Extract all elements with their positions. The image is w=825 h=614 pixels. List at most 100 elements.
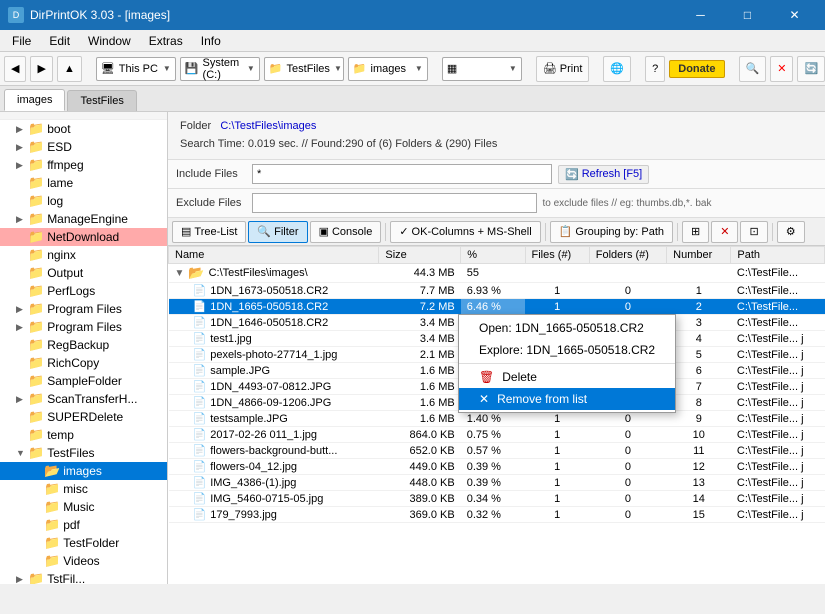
- tree-item-pdf[interactable]: 📁 pdf: [0, 516, 167, 534]
- tree-item-scantransfer[interactable]: ▶ 📁 ScanTransferH...: [0, 390, 167, 408]
- row-name: flowers-background-butt...: [210, 445, 337, 457]
- col-pct[interactable]: %: [461, 247, 525, 264]
- filter-button[interactable]: 🔍 Filter: [248, 221, 307, 243]
- menu-extras[interactable]: Extras: [141, 32, 191, 50]
- search-button[interactable]: 🔍: [739, 56, 767, 82]
- table-row[interactable]: 📄flowers-04_12.jpg449.0 KB0.39 %1012C:\T…: [169, 459, 825, 475]
- files-cell: [525, 264, 589, 283]
- menu-file[interactable]: File: [4, 32, 39, 50]
- grouping-button[interactable]: 📋 Grouping by: Path: [550, 221, 673, 243]
- toolbar2: ▤ Tree-List 🔍 Filter ▣ Console ✓ OK-Colu…: [168, 218, 825, 246]
- menu-info[interactable]: Info: [193, 32, 229, 50]
- close-button[interactable]: ✕: [772, 0, 817, 30]
- tree-item-perflogs[interactable]: 📁 PerfLogs: [0, 282, 167, 300]
- col-folders[interactable]: Folders (#): [589, 247, 666, 264]
- col-number[interactable]: Number: [667, 247, 731, 264]
- include-input[interactable]: [252, 164, 552, 184]
- tree-item-boot[interactable]: ▶ 📁 boot: [0, 120, 167, 138]
- settings-button[interactable]: ⚙: [777, 221, 805, 243]
- table-row[interactable]: ▼📂C:\TestFiles\images\44.3 MB55C:\TestFi…: [169, 264, 825, 283]
- tree-item-manageengine[interactable]: ▶ 📁 ManageEngine: [0, 210, 167, 228]
- help-button[interactable]: ?: [645, 56, 665, 82]
- tree-item-videos[interactable]: 📁 Videos: [0, 552, 167, 570]
- view-combo[interactable]: ▦ ▼: [442, 57, 522, 81]
- folder-icon: 📁: [44, 553, 60, 569]
- col-size[interactable]: Size: [379, 247, 461, 264]
- globe-button[interactable]: 🌐: [603, 56, 631, 82]
- refresh-button[interactable]: 🔄 Refresh [F5]: [558, 165, 649, 184]
- tree-item-netdownload[interactable]: 📁 NetDownload: [0, 228, 167, 246]
- table-row[interactable]: 📄179_7993.jpg369.0 KB0.32 %1015C:\TestFi…: [169, 507, 825, 523]
- size-cell: 3.4 MB: [379, 315, 461, 331]
- tab-images[interactable]: images: [4, 89, 65, 111]
- tree-item-programfiles1[interactable]: ▶ 📁 Program Files: [0, 300, 167, 318]
- folder-icon: 📁: [44, 499, 60, 515]
- this-pc-combo[interactable]: 🖥 This PC ▼: [96, 57, 176, 81]
- table-row[interactable]: 📄1DN_1665-050518.CR27.2 MB6.46 %102C:\Te…: [169, 299, 825, 315]
- tree-item-nginx[interactable]: 📁 nginx: [0, 246, 167, 264]
- tree-item-testfolder[interactable]: 📁 TestFolder: [0, 534, 167, 552]
- donate-button[interactable]: Donate: [669, 60, 724, 78]
- menu-edit[interactable]: Edit: [41, 32, 78, 50]
- testfiles-icon: 📁: [269, 62, 283, 75]
- tree-item-programfiles2[interactable]: ▶ 📁 Program Files: [0, 318, 167, 336]
- table-row[interactable]: 📄IMG_5460-0715-05.jpg389.0 KB0.34 %1014C…: [169, 491, 825, 507]
- drive-combo[interactable]: 💾 System (C:) ▼: [180, 57, 260, 81]
- menu-window[interactable]: Window: [80, 32, 139, 50]
- console-button[interactable]: ▣ Console: [310, 221, 382, 243]
- table-row[interactable]: 📄2017-02-26 011_1.jpg864.0 KB0.75 %1010C…: [169, 427, 825, 443]
- refresh-toolbar-button[interactable]: 🔄: [797, 56, 825, 82]
- number-cell: 8: [667, 395, 731, 411]
- table-row[interactable]: 📄flowers-background-butt...652.0 KB0.57 …: [169, 443, 825, 459]
- tree-label: Program Files: [47, 302, 122, 316]
- ctx-delete[interactable]: 🗑 Delete: [459, 366, 675, 388]
- tree-list-button[interactable]: ▤ Tree-List: [172, 221, 246, 243]
- col-path[interactable]: Path: [731, 247, 825, 264]
- delete-toolbar-button[interactable]: ✕: [711, 221, 738, 243]
- tree-item-images[interactable]: 📂 images: [0, 462, 167, 480]
- tree-item-music[interactable]: 📁 Music: [0, 498, 167, 516]
- ok-columns-button[interactable]: ✓ OK-Columns + MS-Shell: [390, 221, 540, 243]
- images-combo[interactable]: 📁 images ▼: [348, 57, 428, 81]
- tree-item-log[interactable]: 📁 log: [0, 192, 167, 210]
- table-row[interactable]: 📄1DN_1673-050518.CR27.7 MB6.93 %101C:\Te…: [169, 283, 825, 299]
- tree-item-samplefolder[interactable]: 📁 SampleFolder: [0, 372, 167, 390]
- tree-item-richcopy[interactable]: 📁 RichCopy: [0, 354, 167, 372]
- tree-item-more[interactable]: ▶ 📁 TstFil...: [0, 570, 167, 584]
- ctx-explore[interactable]: Explore: 1DN_1665-050518.CR2: [459, 339, 675, 361]
- minimize-button[interactable]: ─: [678, 0, 723, 30]
- expand-button[interactable]: ⊞: [682, 221, 709, 243]
- nav-back-button[interactable]: ◀: [4, 56, 26, 82]
- tree-item-temp[interactable]: 📁 temp: [0, 426, 167, 444]
- copy-button[interactable]: ⊡: [740, 221, 767, 243]
- tree-item-output[interactable]: 📁 Output: [0, 264, 167, 282]
- ctx-open[interactable]: Open: 1DN_1665-050518.CR2: [459, 317, 675, 339]
- tree-item-esd[interactable]: ▶ 📁 ESD: [0, 138, 167, 156]
- tab-testfiles[interactable]: TestFiles: [67, 90, 136, 111]
- print-button[interactable]: 🖨 Print: [536, 56, 590, 82]
- table-row[interactable]: 📄IMG_4386-(1).jpg448.0 KB0.39 %1013C:\Te…: [169, 475, 825, 491]
- col-name[interactable]: Name: [169, 247, 379, 264]
- tree-item-lame[interactable]: 📁 lame: [0, 174, 167, 192]
- col-files[interactable]: Files (#): [525, 247, 589, 264]
- testfiles-combo[interactable]: 📁 TestFiles ▼: [264, 57, 344, 81]
- tree-item-misc[interactable]: 📁 misc: [0, 480, 167, 498]
- expand-arrow: ▼: [16, 448, 28, 458]
- tree-item-superdelete[interactable]: 📁 SUPERDelete: [0, 408, 167, 426]
- nav-forward-button[interactable]: ▶: [30, 56, 52, 82]
- file-icon: 📄: [193, 508, 207, 521]
- maximize-button[interactable]: □: [725, 0, 770, 30]
- tree-item-ffmpeg[interactable]: ▶ 📁 ffmpeg: [0, 156, 167, 174]
- grouping-label: Grouping by: Path: [575, 226, 664, 238]
- tree-item-testfiles[interactable]: ▼ 📁 TestFiles: [0, 444, 167, 462]
- pct-cell: 6.93 %: [461, 283, 525, 299]
- expand-arrow: ▶: [16, 304, 28, 315]
- delete-icon: 🗑: [479, 370, 494, 384]
- stop-button[interactable]: ✕: [770, 56, 793, 82]
- number-cell: 10: [667, 427, 731, 443]
- ctx-remove[interactable]: ✕ Remove from list: [459, 388, 675, 410]
- nav-up-button[interactable]: ▲: [57, 56, 82, 82]
- folder-icon: 📁: [28, 571, 44, 584]
- tree-item-regbackup[interactable]: 📁 RegBackup: [0, 336, 167, 354]
- exclude-input[interactable]: [252, 193, 537, 213]
